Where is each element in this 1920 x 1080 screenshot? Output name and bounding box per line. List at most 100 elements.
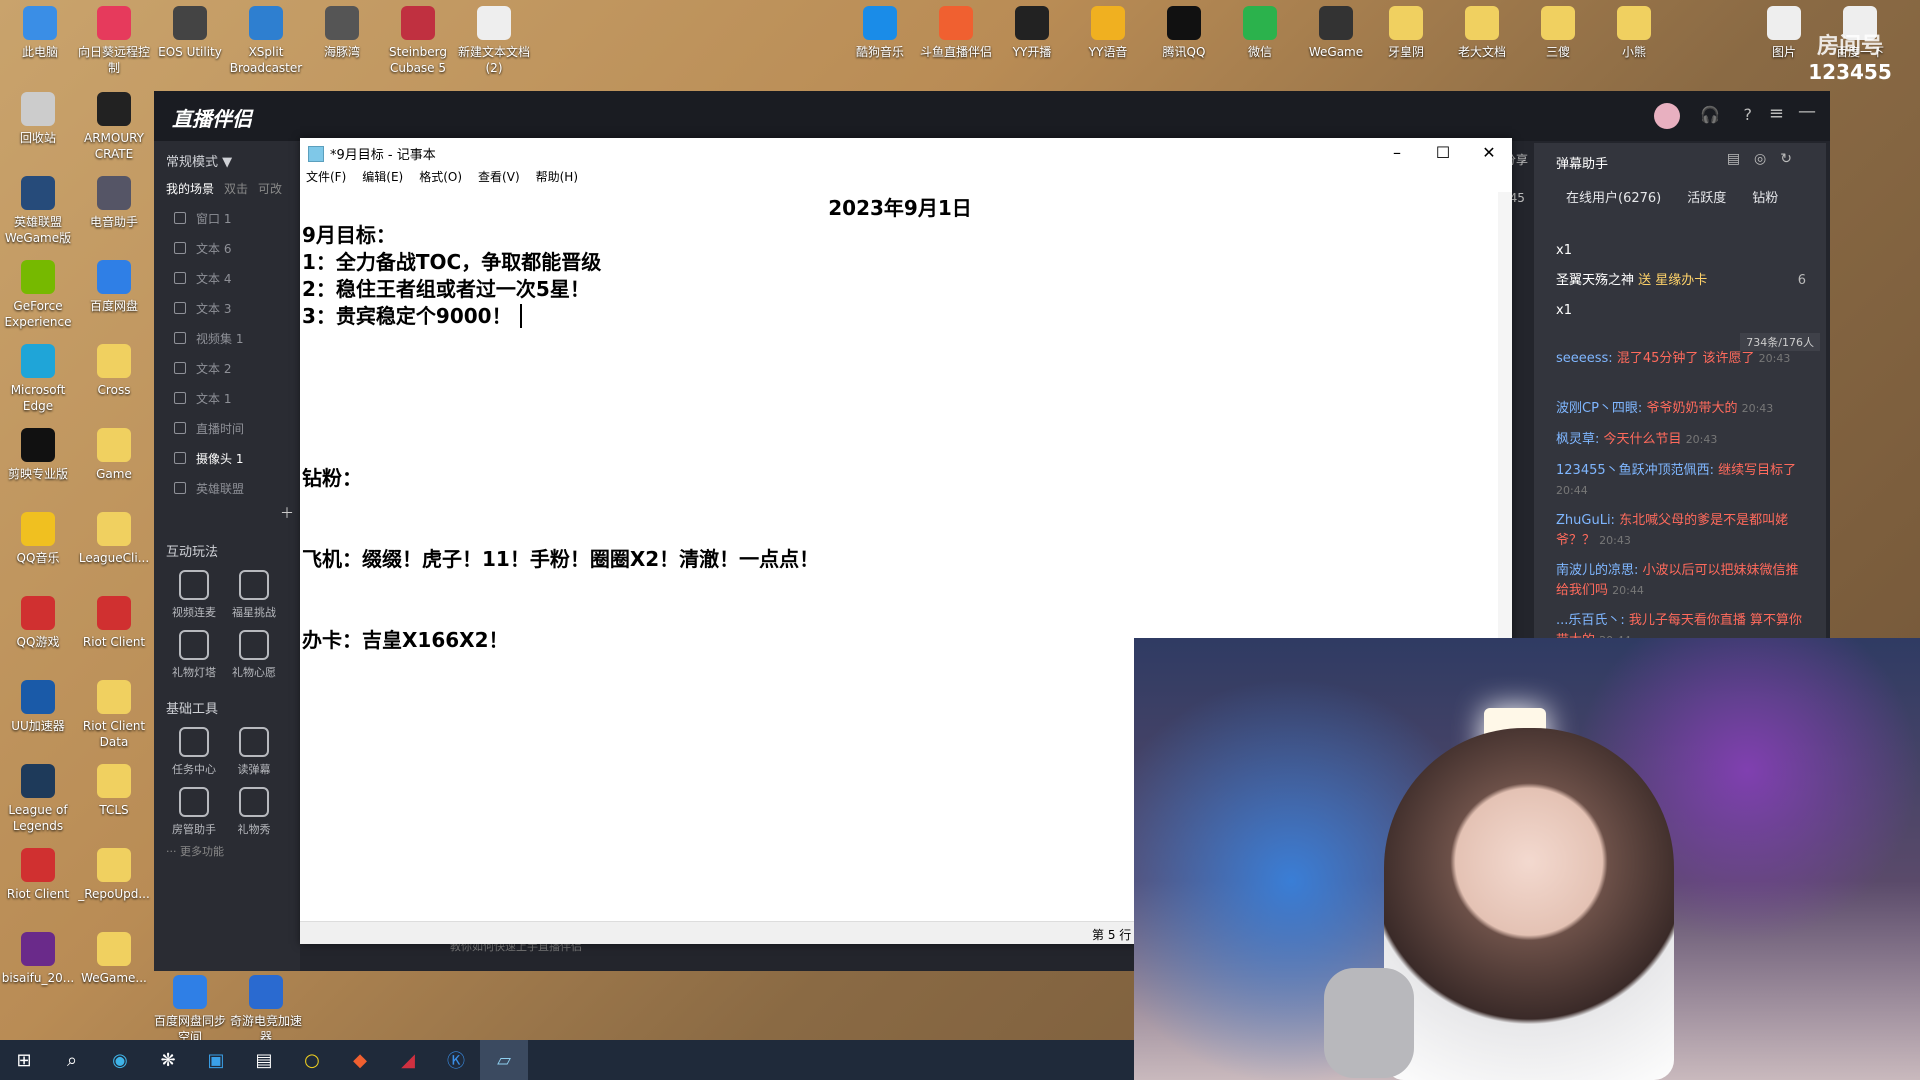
- desktop-icon[interactable]: 向日葵远程控制: [74, 6, 154, 76]
- desktop-icon[interactable]: 此电脑: [0, 6, 80, 60]
- desktop-icon[interactable]: WeGame: [1296, 6, 1376, 60]
- desktop-icon[interactable]: 英雄联盟WeGame版: [0, 176, 78, 246]
- more-features[interactable]: ··· 更多功能: [166, 843, 288, 859]
- tab-online-users[interactable]: 在线用户(6276): [1566, 187, 1661, 206]
- scene-item[interactable]: 文本 6: [154, 233, 300, 263]
- desktop-icon[interactable]: Game: [74, 428, 154, 482]
- desktop-icon[interactable]: QQ音乐: [0, 512, 78, 566]
- desktop-icon[interactable]: Riot Client: [74, 596, 154, 650]
- desktop-icon-label: ARMOURY CRATE: [83, 131, 145, 161]
- scene-icon: [174, 392, 186, 404]
- desktop-icon[interactable]: 百度网盘同步空间: [150, 975, 230, 1045]
- scene-item[interactable]: 文本 3: [154, 293, 300, 323]
- desktop-icon[interactable]: 老大文档: [1442, 6, 1522, 60]
- help-icon[interactable]: ?: [1744, 105, 1753, 124]
- tab-my-scene[interactable]: 我的场景: [166, 180, 214, 197]
- scene-item[interactable]: 文本 4: [154, 263, 300, 293]
- scene-item[interactable]: 视频集 1: [154, 323, 300, 353]
- yy-icon[interactable]: ○: [288, 1040, 336, 1080]
- douyu-icon[interactable]: ◆: [336, 1040, 384, 1080]
- desktop-icon[interactable]: TCLS: [74, 764, 154, 818]
- danmu-toolbar-icons[interactable]: ▤◎↻: [1727, 151, 1806, 167]
- desktop-icon[interactable]: bisaifu_20...: [0, 932, 78, 986]
- desktop-icon[interactable]: 百度网盘: [74, 260, 154, 314]
- tool-button[interactable]: 礼物心愿: [224, 630, 284, 680]
- desktop-icon[interactable]: 海豚湾: [302, 6, 382, 60]
- desktop-icon[interactable]: 斗鱼直播伴侣: [916, 6, 996, 60]
- desktop-icon[interactable]: UU加速器: [0, 680, 78, 734]
- desktop-icon[interactable]: EOS Utility: [150, 6, 230, 60]
- avatar[interactable]: [1654, 103, 1680, 129]
- maximize-button[interactable]: ☐: [1420, 138, 1466, 168]
- desktop-icon[interactable]: ARMOURY CRATE: [74, 92, 154, 162]
- notepad-titlebar[interactable]: *9月目标 - 记事本 – ☐ ✕: [300, 138, 1512, 168]
- app-icon[interactable]: ▣: [192, 1040, 240, 1080]
- desktop-icon[interactable]: 剪映专业版: [0, 428, 78, 482]
- menu-icon[interactable]: ≡: [1769, 103, 1784, 124]
- desktop-icon[interactable]: League of Legends: [0, 764, 78, 834]
- menu-edit[interactable]: 编辑(E): [362, 168, 403, 190]
- menu-view[interactable]: 查看(V): [478, 168, 520, 190]
- app-icon: [21, 764, 55, 798]
- desktop-icon[interactable]: Riot Client Data: [74, 680, 154, 750]
- desktop-icon[interactable]: YY语音: [1068, 6, 1148, 60]
- scene-item[interactable]: 直播时间: [154, 413, 300, 443]
- add-scene-icon[interactable]: ＋: [154, 503, 300, 523]
- close-button[interactable]: ✕: [1466, 138, 1512, 168]
- desktop-icon[interactable]: 微信: [1220, 6, 1300, 60]
- desktop-icon[interactable]: LeagueCli...: [74, 512, 154, 566]
- desktop-icon[interactable]: 新建文本文档 (2): [454, 6, 534, 76]
- desktop-icon[interactable]: WeGame...: [74, 932, 154, 986]
- desktop-icon[interactable]: 小熊: [1594, 6, 1674, 60]
- desktop-icon[interactable]: Riot Client: [0, 848, 78, 902]
- desktop-icon[interactable]: XSplit Broadcaster: [226, 6, 306, 76]
- desktop-icon[interactable]: 三傻: [1518, 6, 1598, 60]
- notepad-taskbar-icon[interactable]: ▱: [480, 1040, 528, 1080]
- tool-button[interactable]: 礼物灯塔: [164, 630, 224, 680]
- desktop-icon-label: Game: [96, 467, 132, 481]
- minimize-icon[interactable]: —: [1798, 101, 1816, 122]
- desktop-icon[interactable]: 腾讯QQ: [1144, 6, 1224, 60]
- start-icon[interactable]: ⊞: [0, 1040, 48, 1080]
- desktop-icon[interactable]: Cross: [74, 344, 154, 398]
- menu-file[interactable]: 文件(F): [306, 168, 346, 190]
- scene-icon: [174, 212, 186, 224]
- scene-item[interactable]: 英雄联盟: [154, 473, 300, 503]
- tool-button[interactable]: 视频连麦: [164, 570, 224, 620]
- headset-icon[interactable]: 🎧: [1700, 105, 1720, 124]
- desktop-icon[interactable]: _RepoUpd...: [74, 848, 154, 902]
- desktop-icon[interactable]: 回收站: [0, 92, 78, 146]
- cubase-icon[interactable]: ◢: [384, 1040, 432, 1080]
- clipboard-icon[interactable]: ▤: [240, 1040, 288, 1080]
- desktop-icon[interactable]: QQ游戏: [0, 596, 78, 650]
- desktop-icon[interactable]: 牙皇阴: [1366, 6, 1446, 60]
- scene-item[interactable]: 窗口 1: [154, 203, 300, 233]
- microphone: [1324, 968, 1414, 1078]
- tool-button[interactable]: 福星挑战: [224, 570, 284, 620]
- menu-format[interactable]: 格式(O): [419, 168, 462, 190]
- tool-button[interactable]: 礼物秀: [224, 787, 284, 837]
- scene-item[interactable]: 文本 1: [154, 383, 300, 413]
- scene-item[interactable]: 摄像头 1: [154, 443, 300, 473]
- tool-button[interactable]: 读弹幕: [224, 727, 284, 777]
- desktop-icon[interactable]: 电音助手: [74, 176, 154, 230]
- dolphin-icon[interactable]: ❋: [144, 1040, 192, 1080]
- tab-activity[interactable]: 活跃度: [1687, 187, 1726, 206]
- tab-diamond-fans[interactable]: 钻粉: [1752, 187, 1778, 206]
- desktop-icon[interactable]: YY开播: [992, 6, 1072, 60]
- desktop-icon[interactable]: Steinberg Cubase 5: [378, 6, 458, 76]
- desktop-icon[interactable]: 酷狗音乐: [840, 6, 920, 60]
- edge-icon[interactable]: ◉: [96, 1040, 144, 1080]
- minimize-button[interactable]: –: [1374, 138, 1420, 168]
- menu-help[interactable]: 帮助(H): [536, 168, 578, 190]
- search-icon[interactable]: ⌕: [48, 1040, 96, 1080]
- tool-button[interactable]: 任务中心: [164, 727, 224, 777]
- desktop-icon[interactable]: GeForce Experience: [0, 260, 78, 330]
- desktop-icon[interactable]: Microsoft Edge: [0, 344, 78, 414]
- kugou-icon[interactable]: Ⓚ: [432, 1040, 480, 1080]
- mode-select[interactable]: 常规模式 ▼: [166, 151, 288, 170]
- scene-item[interactable]: 文本 2: [154, 353, 300, 383]
- tool-button[interactable]: 房管助手: [164, 787, 224, 837]
- desktop-icon-label: Microsoft Edge: [10, 383, 66, 413]
- desktop-icon[interactable]: 奇游电竞加速器: [226, 975, 306, 1045]
